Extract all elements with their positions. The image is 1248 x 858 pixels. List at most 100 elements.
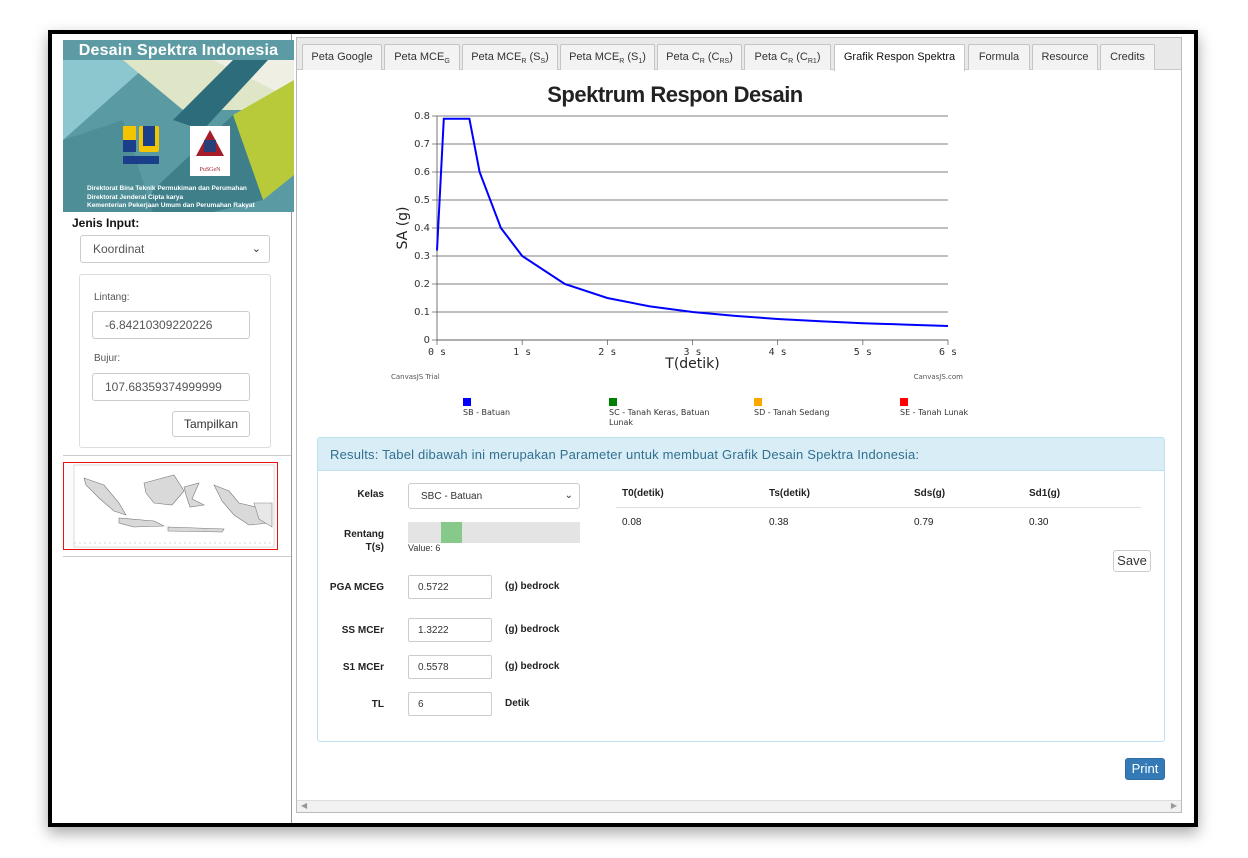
legend-label: SC - Tanah Keras, Batuan: [609, 408, 709, 417]
legend-marker: [609, 398, 617, 406]
chart-credit-right: CanvasJS.com: [914, 373, 964, 381]
tab-peta-cr-cr1[interactable]: Peta CR (CR1): [744, 44, 831, 70]
tab-label: Peta MCE: [471, 51, 522, 63]
legend-marker: [463, 398, 471, 406]
legend-label: SE - Tanah Lunak: [900, 408, 969, 417]
s1-label: S1 MCEr: [342, 662, 384, 673]
indonesia-map-thumbnail[interactable]: [63, 462, 278, 550]
bujur-value: 107.68359374999999: [105, 380, 222, 394]
ss-label: SS MCEr: [341, 625, 384, 636]
legend-label: SB - Batuan: [463, 408, 510, 417]
lintang-value: -6.84210309220226: [105, 318, 213, 332]
legend-label: SD - Tanah Sedang: [754, 408, 829, 417]
slider-handle[interactable]: [441, 522, 462, 543]
legend-label: Lunak: [609, 418, 633, 427]
tab-peta-mcer-s1[interactable]: Peta MCER (S1): [560, 44, 655, 70]
tab-label: ): [816, 51, 821, 63]
pusgen-logo: PuSGeN: [190, 126, 230, 176]
legend-marker: [900, 398, 908, 406]
ss-unit: (g) bedrock: [505, 624, 560, 635]
tab-bar: Peta Google Peta MCEG Peta MCER (SS) Pet…: [297, 38, 1181, 71]
y-tick-label: 0.7: [414, 139, 430, 150]
tab-label: (C: [704, 51, 720, 63]
tab-resource[interactable]: Resource: [1032, 44, 1098, 70]
tl-value: 6: [418, 699, 424, 710]
table-header: Ts(detik): [769, 488, 810, 499]
tab-label: ): [545, 51, 549, 63]
bujur-input[interactable]: 107.68359374999999: [92, 373, 250, 401]
y-tick-label: 0.1: [414, 307, 430, 318]
banner-subtitle: Direktorat Bina Teknik Permukiman dan Pe…: [87, 185, 255, 211]
tab-label: Credits: [1110, 51, 1145, 63]
table-cell: 0.30: [1029, 517, 1049, 528]
banner-title: Desain Spektra Indonesia: [78, 42, 279, 59]
x-tick-label: 6 s: [939, 347, 957, 358]
tab-label: Resource: [1041, 51, 1089, 63]
y-axis-label: SA (g): [395, 207, 411, 250]
jenis-input-select[interactable]: Koordinat ⌄: [80, 235, 270, 263]
bujur-label: Bujur:: [94, 353, 121, 364]
chevron-down-icon: ⌄: [564, 490, 573, 501]
horizontal-scrollbar[interactable]: ◀ ▶: [297, 800, 1181, 812]
lintang-input[interactable]: -6.84210309220226: [92, 311, 250, 339]
s1-input[interactable]: 0.5578: [408, 655, 492, 679]
save-button[interactable]: Save: [1113, 550, 1151, 572]
s1-value: 0.5578: [418, 662, 449, 673]
chart-credit-left: CanvasJS Trial: [391, 373, 440, 381]
pga-input[interactable]: 0.5722: [408, 575, 492, 599]
pga-label: PGA MCEG: [329, 582, 384, 593]
header-banner: Desain Spektra Indonesia PuSGeN Direktor…: [63, 40, 294, 212]
app-window: Desain Spektra Indonesia PuSGeN Direktor…: [48, 30, 1198, 827]
y-tick-label: 0.2: [414, 279, 430, 290]
tab-peta-mceg[interactable]: Peta MCEG: [384, 44, 460, 70]
x-tick-label: 2 s: [598, 347, 616, 358]
tab-peta-mcer-ss[interactable]: Peta MCER (SS): [462, 44, 558, 70]
tl-label: TL: [371, 699, 384, 710]
series-line: [436, 117, 949, 327]
y-tick-label: 0.8: [414, 111, 430, 122]
print-button[interactable]: Print: [1125, 758, 1165, 780]
kelas-label: Kelas: [357, 489, 384, 500]
scroll-left-icon[interactable]: ◀: [301, 801, 307, 810]
results-panel: Results: Tabel dibawah ini merupakan Par…: [317, 437, 1165, 742]
tab-label: Peta MCE: [394, 51, 445, 63]
tab-credits[interactable]: Credits: [1100, 44, 1155, 70]
banner-line: Direktorat Jenderal Cipta karya: [87, 193, 184, 201]
rentang-slider[interactable]: [408, 522, 580, 543]
kelas-value: SBC - Batuan: [421, 491, 483, 502]
legend-marker: [754, 398, 762, 406]
coordinate-panel: Lintang: -6.84210309220226 Bujur: 107.68…: [79, 274, 271, 448]
x-tick-label: 1 s: [513, 347, 531, 358]
y-tick-label: 0.5: [414, 195, 430, 206]
tampilkan-button[interactable]: Tampilkan: [172, 411, 250, 437]
tab-subscript: G: [444, 58, 450, 66]
lintang-label: Lintang:: [94, 292, 130, 303]
kelas-select[interactable]: SBC - Batuan ⌄: [408, 483, 580, 509]
tl-input[interactable]: 6: [408, 692, 492, 716]
response-spectrum-chart: Spektrum Respon Desain 0 0.1 0.2 0.3 0.4 0.5 0…: [297, 78, 1183, 438]
x-tick-label: 4 s: [769, 347, 787, 358]
table-header: Sd1(g): [1029, 488, 1061, 499]
rentang-value: Value: 6: [408, 543, 441, 553]
banner-line: Direktorat Bina Teknik Permukiman dan Pe…: [87, 185, 247, 192]
tab-label: (S: [624, 51, 639, 63]
banner-line: Kementerian Pekerjaan Umum dan Perumahan…: [87, 202, 255, 209]
table-cell: 0.79: [914, 517, 934, 528]
table-header: T0(detik): [622, 488, 664, 499]
tab-label: Peta C: [754, 51, 789, 63]
tab-label: (S: [526, 51, 541, 63]
sidebar: Desain Spektra Indonesia PuSGeN Direktor…: [52, 34, 294, 823]
y-tick-label: 0.3: [414, 251, 430, 262]
chart-canvas: 00.10.20.30.40.50.60.70.80 s1 s2 s3 s4 s…: [391, 111, 969, 427]
tab-peta-google[interactable]: Peta Google: [302, 44, 382, 70]
ss-input[interactable]: 1.3222: [408, 618, 492, 642]
x-axis-label: T(detik): [664, 356, 719, 372]
tab-peta-cr-crs[interactable]: Peta CR (CRS): [657, 44, 742, 70]
tab-formula[interactable]: Formula: [968, 44, 1030, 70]
scroll-right-icon[interactable]: ▶: [1171, 801, 1177, 810]
indonesia-map-icon: [73, 464, 275, 548]
x-tick-label: 0 s: [428, 347, 446, 358]
tab-label: ): [642, 51, 646, 63]
jenis-input-value: Koordinat: [93, 242, 145, 256]
tab-grafik-respon-spektra[interactable]: Grafik Respon Spektra: [834, 44, 965, 71]
